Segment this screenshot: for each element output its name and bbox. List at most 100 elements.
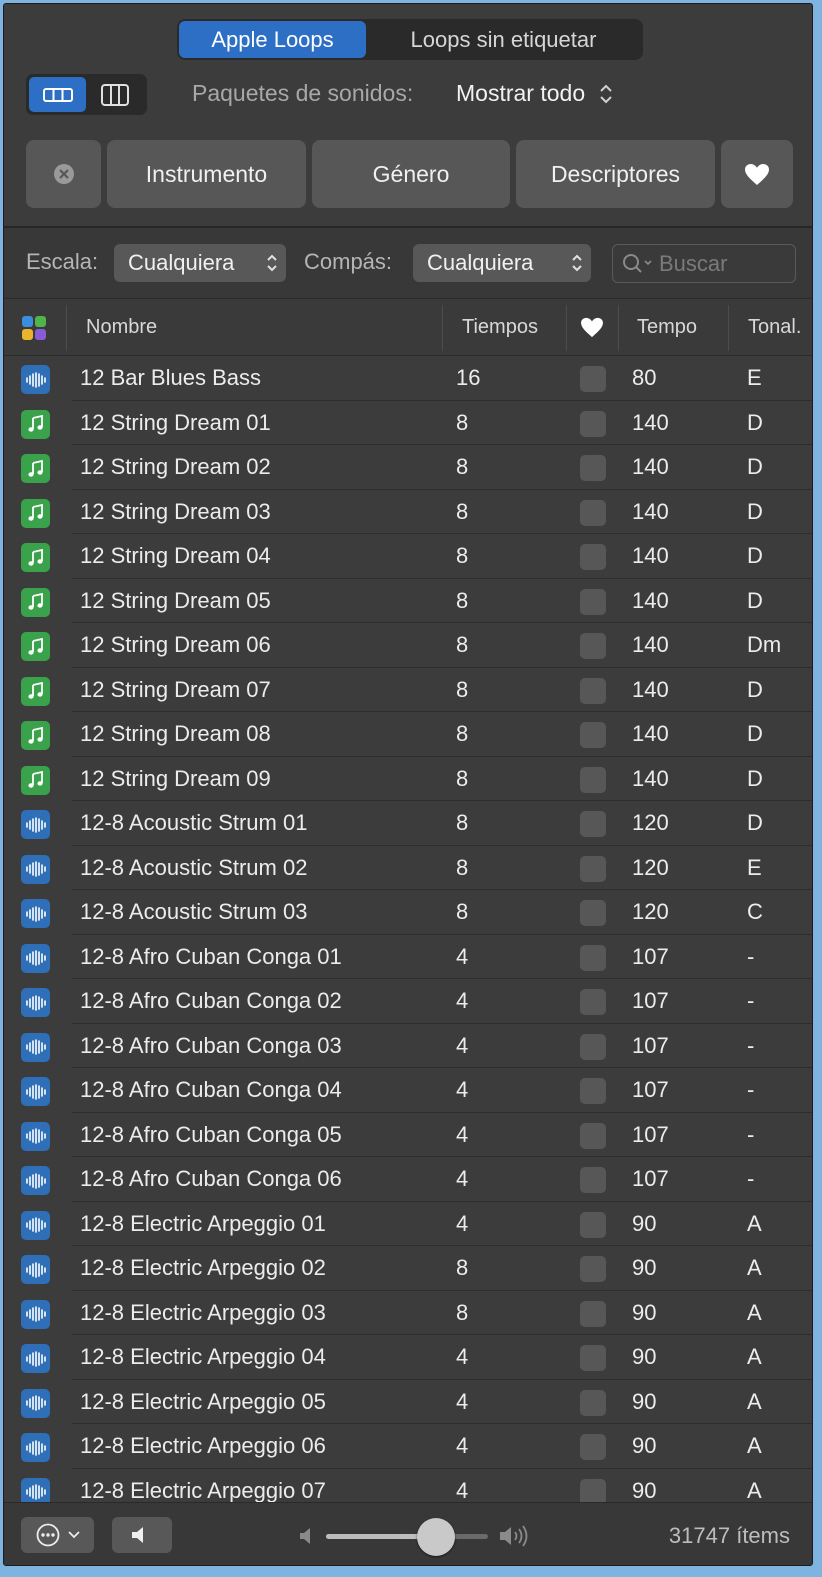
table-row[interactable]: 12-8 Acoustic Strum 02 8 120 E xyxy=(4,846,812,890)
waveform-icon xyxy=(25,1083,46,1100)
favorite-checkbox[interactable] xyxy=(580,1256,606,1282)
loop-tempo: 107 xyxy=(632,1032,669,1058)
volume-slider-knob[interactable] xyxy=(417,1518,456,1556)
table-row[interactable]: 12 String Dream 01 8 140 D xyxy=(4,401,812,445)
favorite-checkbox[interactable] xyxy=(580,989,606,1015)
table-row[interactable]: 12-8 Electric Arpeggio 03 8 90 A xyxy=(4,1291,812,1335)
favorite-checkbox[interactable] xyxy=(580,1300,606,1327)
loop-beats: 4 xyxy=(456,988,469,1013)
loop-name: 12 String Dream 08 xyxy=(80,721,271,746)
favorite-checkbox[interactable] xyxy=(580,944,606,971)
button-view-button[interactable] xyxy=(29,77,86,112)
audio-loop-type-icon xyxy=(21,1255,50,1284)
midi-loop-type-icon xyxy=(21,498,50,528)
table-row[interactable]: 12 String Dream 08 8 140 D xyxy=(4,712,812,757)
more-actions-button[interactable] xyxy=(21,1517,94,1553)
table-row[interactable]: 12-8 Electric Arpeggio 07 4 90 A xyxy=(4,1469,812,1502)
favorite-column-header[interactable] xyxy=(580,299,604,356)
favorite-checkbox[interactable] xyxy=(580,633,606,659)
table-row[interactable]: 12 String Dream 04 8 140 D xyxy=(4,534,812,579)
preview-speaker-button[interactable] xyxy=(112,1517,172,1553)
reset-filters-button[interactable] xyxy=(26,140,101,208)
tempo-column-header[interactable]: Tempo xyxy=(637,299,697,356)
favorite-checkbox[interactable] xyxy=(580,455,606,481)
favorite-checkbox[interactable] xyxy=(580,1211,606,1238)
name-column-header[interactable]: Nombre xyxy=(86,299,157,356)
favorite-checkbox[interactable] xyxy=(580,722,606,748)
clear-circle-icon xyxy=(53,164,74,184)
table-row[interactable]: 12-8 Electric Arpeggio 02 8 90 A xyxy=(4,1246,812,1291)
table-row[interactable]: 12 String Dream 06 8 140 Dm xyxy=(4,623,812,668)
loop-name: 12-8 Electric Arpeggio 06 xyxy=(80,1433,326,1458)
favorite-checkbox[interactable] xyxy=(580,544,606,570)
table-row[interactable]: 12-8 Afro Cuban Conga 06 4 107 - xyxy=(4,1157,812,1202)
loop-name: 12-8 Afro Cuban Conga 05 xyxy=(80,1121,342,1147)
loop-key: D xyxy=(747,810,763,835)
favorite-checkbox[interactable] xyxy=(580,1122,606,1149)
table-row[interactable]: 12-8 Afro Cuban Conga 05 4 107 - xyxy=(4,1113,812,1157)
favorite-checkbox[interactable] xyxy=(580,1033,606,1060)
table-row[interactable]: 12 String Dream 09 8 140 D xyxy=(4,757,812,801)
search-field[interactable]: Buscar xyxy=(612,244,796,283)
loop-beats: 4 xyxy=(456,1032,469,1058)
table-row[interactable]: 12 String Dream 03 8 140 D xyxy=(4,490,812,534)
table-row[interactable]: 12-8 Electric Arpeggio 01 4 90 A xyxy=(4,1202,812,1246)
favorite-checkbox[interactable] xyxy=(580,1078,606,1104)
favorite-checkbox[interactable] xyxy=(580,499,606,526)
loop-key: E xyxy=(747,854,762,880)
beats-column-header[interactable]: Tiempos xyxy=(462,299,538,356)
audio-loop-type-icon xyxy=(21,1344,50,1373)
favorites-filter-button[interactable] xyxy=(721,140,793,208)
favorite-checkbox[interactable] xyxy=(580,1478,606,1502)
audio-loop-type-icon xyxy=(21,988,50,1017)
midi-loop-type-icon xyxy=(21,409,50,439)
table-row[interactable]: 12-8 Acoustic Strum 03 8 120 C xyxy=(4,890,812,935)
table-row[interactable]: 12-8 Afro Cuban Conga 02 4 107 - xyxy=(4,979,812,1024)
table-row[interactable]: 12-8 Acoustic Strum 01 8 120 D xyxy=(4,801,812,846)
column-view-button[interactable] xyxy=(86,77,143,112)
favorite-checkbox[interactable] xyxy=(580,1434,606,1460)
loop-tempo: 120 xyxy=(632,810,669,835)
table-row[interactable]: 12-8 Afro Cuban Conga 04 4 107 - xyxy=(4,1068,812,1113)
key-column-header[interactable]: Tonal. xyxy=(748,299,801,356)
favorite-checkbox[interactable] xyxy=(580,1389,606,1416)
favorite-checkbox[interactable] xyxy=(580,766,606,793)
midi-loop-type-icon xyxy=(21,543,50,572)
instrument-filter-button[interactable]: Instrumento xyxy=(107,140,306,208)
table-row[interactable]: 12 String Dream 07 8 140 D xyxy=(4,668,812,712)
search-icon xyxy=(623,253,652,273)
table-row[interactable]: 12-8 Electric Arpeggio 04 4 90 A xyxy=(4,1335,812,1380)
table-row[interactable]: 12-8 Afro Cuban Conga 01 4 107 - xyxy=(4,935,812,979)
favorite-checkbox[interactable] xyxy=(580,677,606,704)
loop-type-column-header[interactable] xyxy=(21,299,51,356)
sound-packs-popup[interactable]: Mostrar todo xyxy=(456,80,613,107)
volume-slider[interactable] xyxy=(326,1534,488,1539)
favorite-checkbox[interactable] xyxy=(580,588,606,615)
favorite-checkbox[interactable] xyxy=(580,811,606,837)
descriptors-filter-button[interactable]: Descriptores xyxy=(516,140,715,208)
loop-tempo: 140 xyxy=(632,409,669,435)
waveform-icon xyxy=(25,950,46,966)
favorite-checkbox[interactable] xyxy=(580,1167,606,1193)
loop-key: - xyxy=(747,988,755,1013)
loop-key: D xyxy=(747,587,763,613)
table-row[interactable]: 12-8 Electric Arpeggio 06 4 90 A xyxy=(4,1424,812,1469)
untagged-loops-tab[interactable]: Loops sin etiquetar xyxy=(366,21,641,58)
favorite-checkbox[interactable] xyxy=(580,366,606,392)
table-row[interactable]: 12-8 Electric Arpeggio 05 4 90 A xyxy=(4,1380,812,1424)
time-signature-popup[interactable]: Cualquiera xyxy=(413,244,591,282)
scale-popup[interactable]: Cualquiera xyxy=(114,244,286,282)
favorite-checkbox[interactable] xyxy=(580,900,606,926)
favorite-checkbox[interactable] xyxy=(580,410,606,437)
favorite-checkbox[interactable] xyxy=(580,855,606,882)
table-row[interactable]: 12-8 Afro Cuban Conga 03 4 107 - xyxy=(4,1024,812,1068)
scale-value: Cualquiera xyxy=(128,250,235,275)
apple-loops-tab[interactable]: Apple Loops xyxy=(179,21,366,58)
genre-filter-button[interactable]: Género xyxy=(312,140,510,208)
table-row[interactable]: 12 String Dream 05 8 140 D xyxy=(4,579,812,623)
table-row[interactable]: 12 Bar Blues Bass 16 80 E xyxy=(4,356,812,401)
column-separator xyxy=(442,305,443,351)
loop-key: A xyxy=(747,1433,762,1458)
favorite-checkbox[interactable] xyxy=(580,1345,606,1371)
table-row[interactable]: 12 String Dream 02 8 140 D xyxy=(4,445,812,490)
